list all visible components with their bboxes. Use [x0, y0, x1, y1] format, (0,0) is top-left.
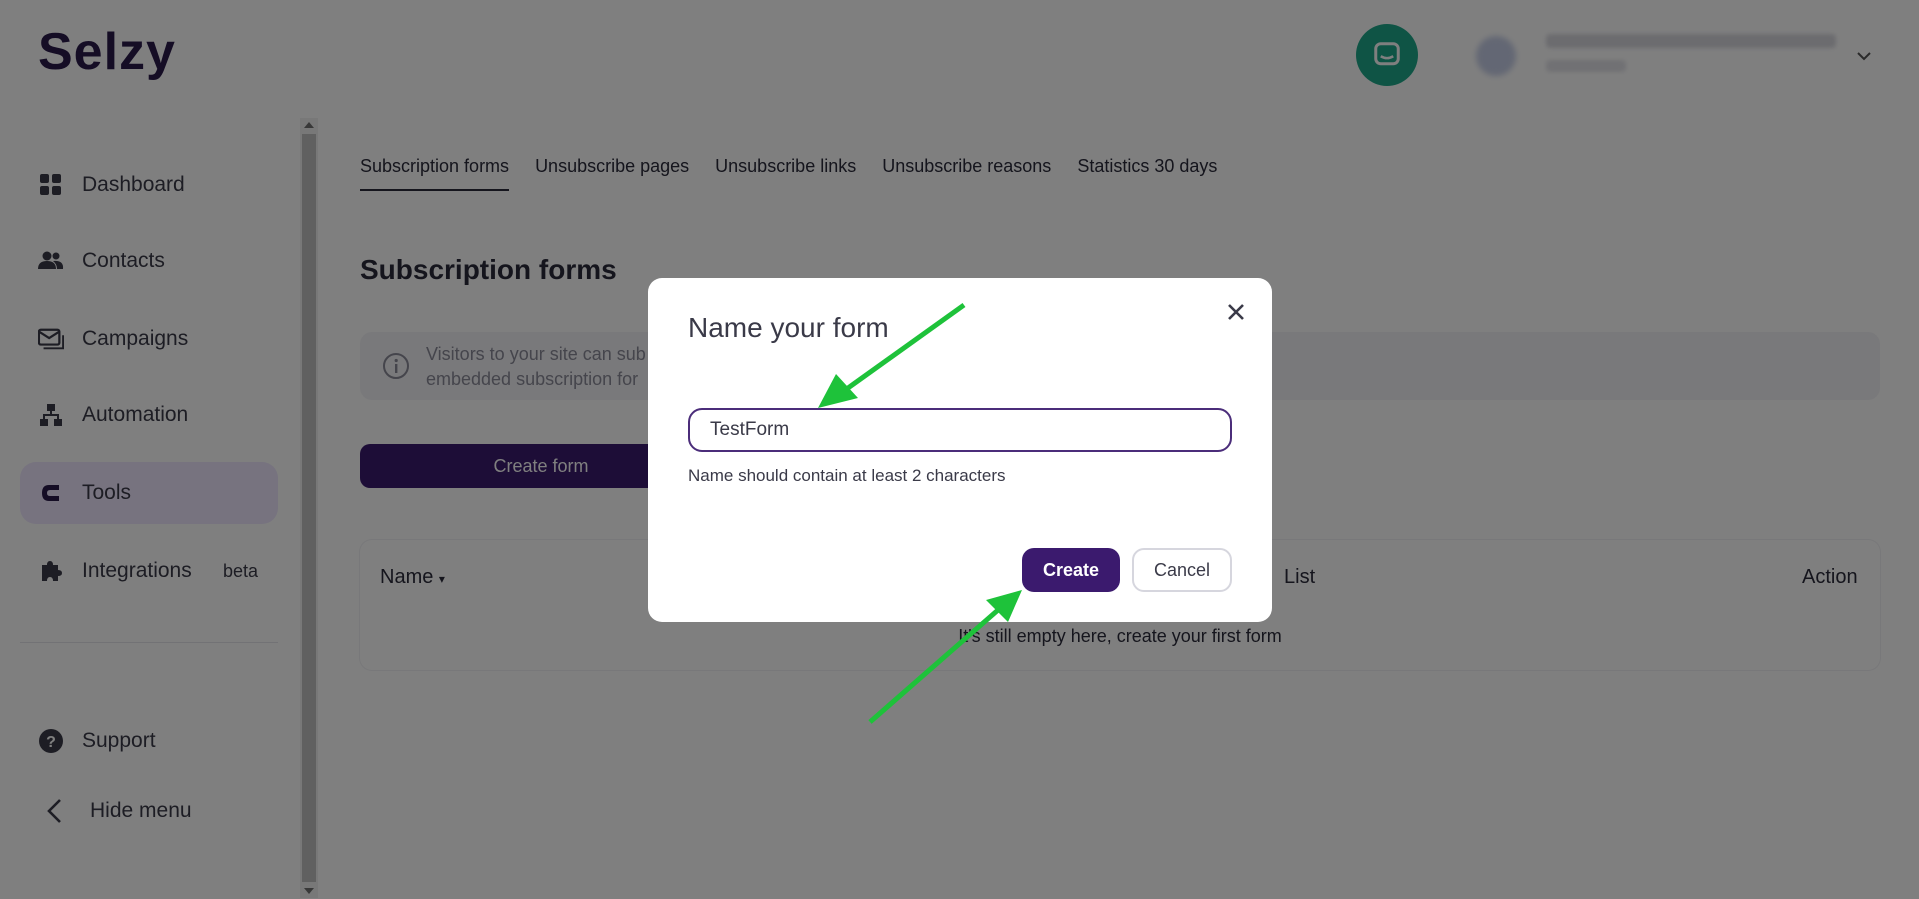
dialog-title: Name your form	[688, 312, 889, 343]
create-button[interactable]: Create	[1022, 548, 1120, 592]
name-form-dialog: Name your form Name should contain at le…	[648, 278, 1272, 622]
cancel-button[interactable]: Cancel	[1132, 548, 1232, 592]
input-hint: Name should contain at least 2 character…	[688, 466, 1006, 485]
form-name-input[interactable]	[688, 408, 1232, 452]
close-icon[interactable]	[1224, 300, 1248, 324]
